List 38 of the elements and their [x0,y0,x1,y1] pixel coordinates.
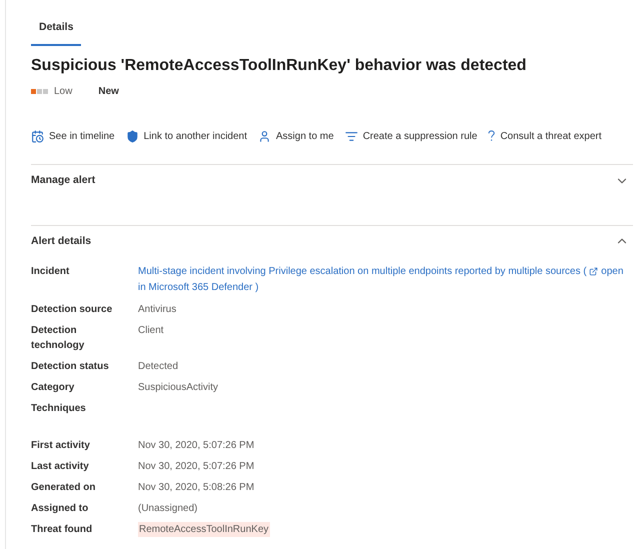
detail-label: Detection source [31,303,114,318]
section-header[interactable]: Alert details [31,226,633,256]
detail-value: Nov 30, 2020, 5:08:26 PM [138,481,254,496]
detail-value: Nov 30, 2020, 5:07:26 PM [138,439,254,454]
detail-label: Category [31,381,76,396]
detail-label: Last activity [31,460,90,474]
external-link-icon [589,267,598,276]
detail-value: Detected [138,360,178,374]
help-icon [488,130,496,142]
action-button[interactable]: Assign to me [258,128,334,144]
detail-label: Threat found [31,523,94,538]
person-icon [258,130,271,143]
calendar-clock-icon [31,130,44,143]
shield-icon [126,130,139,143]
detail-label: Techniques [31,402,87,416]
action-button[interactable]: See in timeline [31,128,115,144]
detail-value: (Unassigned) [138,502,198,516]
detail-label: Generated on [31,481,96,496]
filter-icon [344,130,358,143]
action-button[interactable]: Link to another incident [126,128,247,144]
action-button[interactable]: Consult a threat expert [488,128,602,144]
detail-label: Detection technology [31,324,86,354]
action-button[interactable]: Create a suppression rule [344,128,478,144]
detail-value: Client [138,324,164,338]
alert-title: Suspicious 'RemoteAccessToolInRunKey' behavior was detected [31,56,528,76]
detail-value: RemoteAccessToolInRunKey [138,522,270,538]
details-tab[interactable]: Details [31,16,82,46]
detail-label: Detection status [31,360,110,374]
status-label: New [98,84,119,99]
incident-link[interactable]: Multi-stage incident involving Privilege escalation on multiple endpoints reported by multiple sources ( open in Microsoft 365 Defender ) [138,264,633,296]
severity-label: Low [54,84,72,99]
detail-label: Incident [31,265,70,280]
detail-label: Assigned to [31,502,90,516]
section-header[interactable]: Manage alert [31,164,633,194]
detail-value: Nov 30, 2020, 5:07:26 PM [138,460,254,474]
detail-value: Antivirus [138,303,176,318]
detail-label: First activity [31,439,91,454]
detail-value: SuspiciousActivity [138,381,218,396]
